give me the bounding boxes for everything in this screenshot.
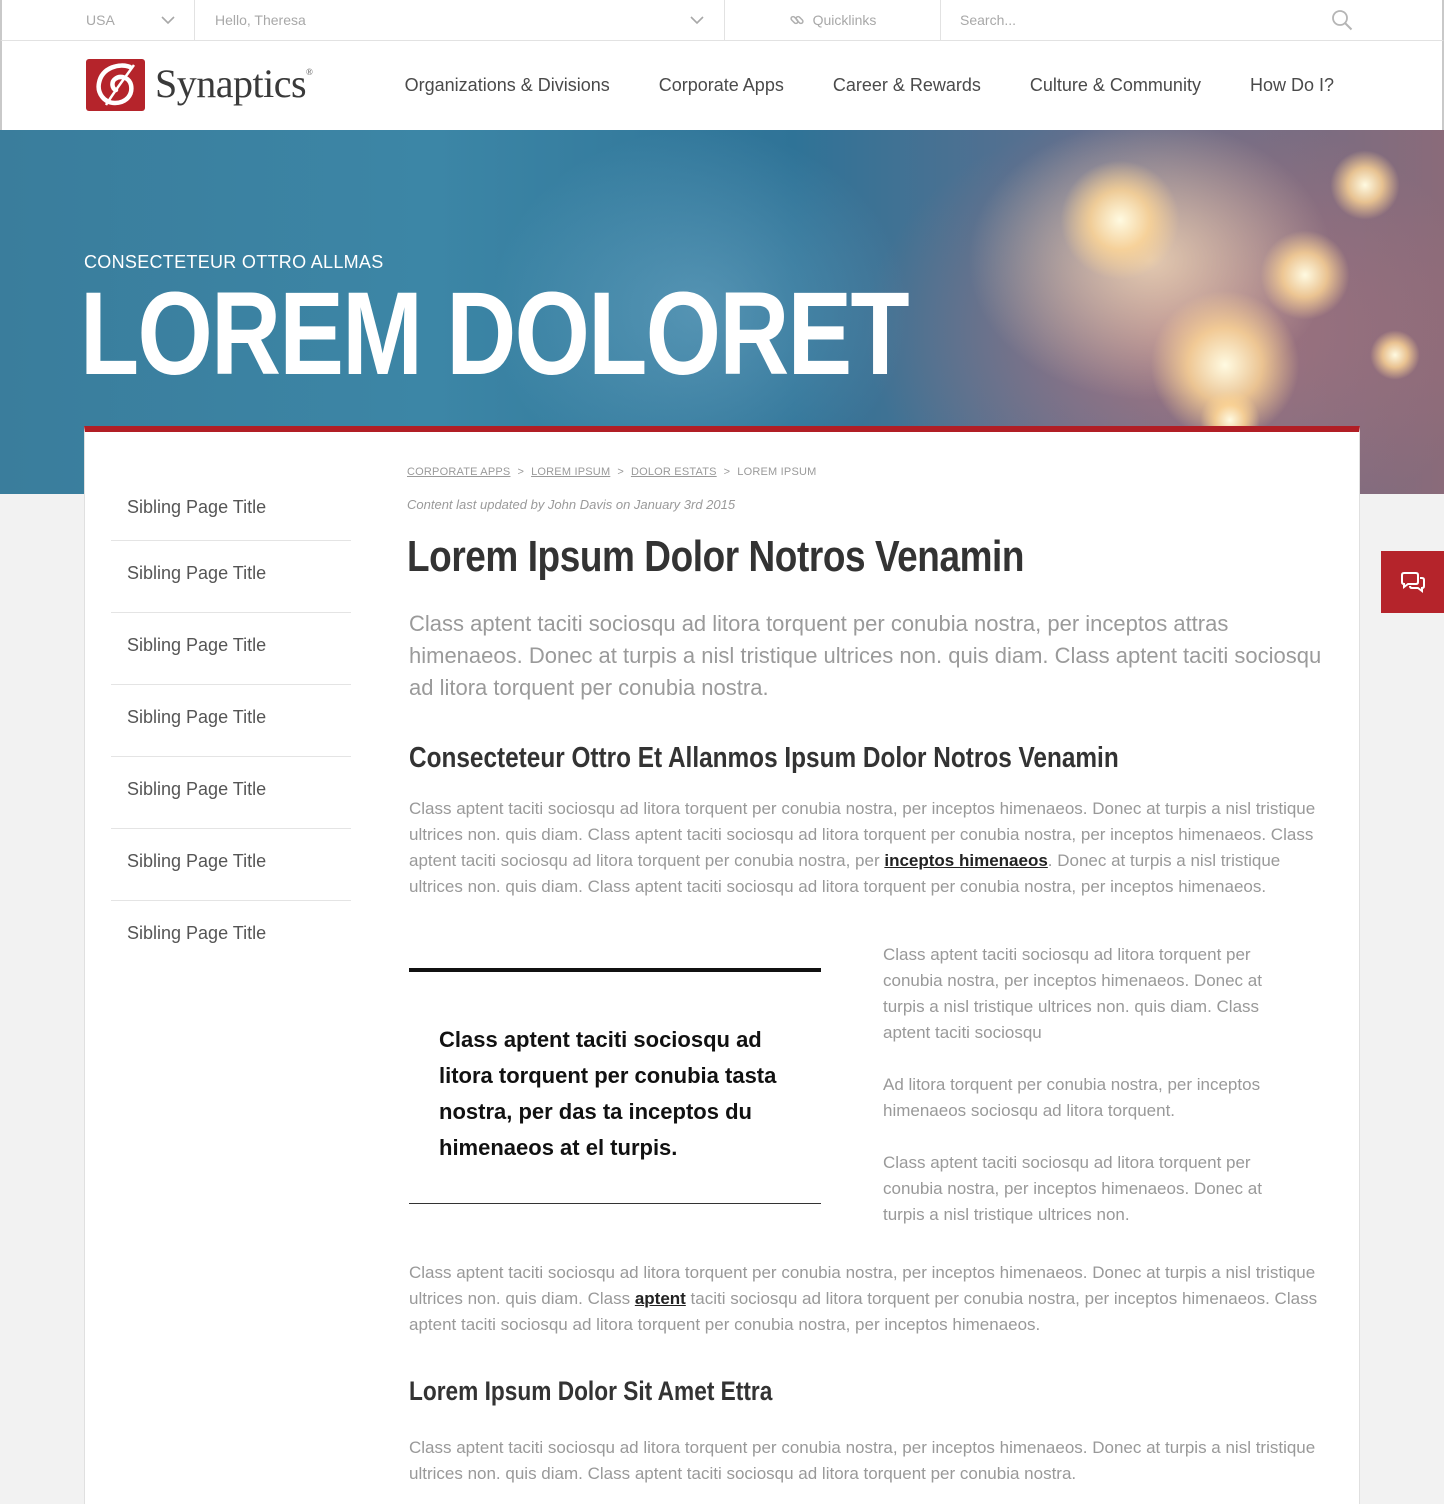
chat-icon (1400, 572, 1425, 593)
hero-title: LOREM DOLORET (80, 268, 910, 400)
sibling-page-link[interactable]: Sibling Page Title (111, 901, 351, 973)
pull-quote-text: Class aptent taciti sociosqu ad litora t… (439, 1027, 777, 1160)
country-selector[interactable]: USA (86, 0, 194, 40)
sibling-page-link[interactable]: Sibling Page Title (111, 613, 351, 685)
page-title: Lorem Ipsum Dolor Notros Venamin (407, 532, 1025, 581)
nav-organizations-divisions[interactable]: Organizations & Divisions (405, 75, 610, 96)
pull-quote: Class aptent taciti sociosqu ad litora t… (409, 968, 821, 1204)
nav-how-do-i[interactable]: How Do I? (1250, 75, 1334, 96)
hero-image-sparkle (1330, 150, 1400, 220)
sibling-nav: Sibling Page Title Sibling Page Title Si… (111, 474, 351, 973)
breadcrumb-link[interactable]: DOLOR ESTATS (631, 466, 717, 478)
search-input[interactable] (960, 12, 1320, 28)
column-paragraph: Class aptent taciti sociosqu ad litora t… (883, 945, 1262, 1042)
column-paragraph: Class aptent taciti sociosqu ad litora t… (883, 1153, 1262, 1224)
chevron-down-icon (690, 16, 704, 25)
site-header: Synaptics® Organizations & Divisions Cor… (0, 41, 1444, 130)
breadcrumb-separator: > (723, 466, 731, 478)
sibling-page-link[interactable]: Sibling Page Title (111, 474, 351, 541)
quicklinks-button[interactable]: Quicklinks (724, 0, 940, 40)
hero-image-sparkle (1370, 330, 1420, 380)
sibling-page-link[interactable]: Sibling Page Title (111, 829, 351, 901)
link-icon (789, 15, 804, 25)
section-heading: Lorem Ipsum Dolor Sit Amet Ettra (409, 1376, 773, 1406)
column-paragraph: Ad litora torquent per conubia nostra, p… (883, 1075, 1261, 1120)
inline-link[interactable]: inceptos himenaeos (884, 851, 1047, 870)
sibling-page-link[interactable]: Sibling Page Title (111, 757, 351, 829)
breadcrumb: CORPORATE APPS > LOREM IPSUM > DOLOR ESTATS >… (407, 466, 817, 478)
nav-corporate-apps[interactable]: Corporate Apps (659, 75, 784, 96)
hero-image-sparkle (1060, 160, 1180, 280)
section-heading: Consecteteur Ottro Et Allanmos Ipsum Dol… (409, 742, 1119, 774)
body-paragraph: Class aptent taciti sociosqu ad litora t… (409, 799, 1316, 896)
nav-career-rewards[interactable]: Career & Rewards (833, 75, 981, 96)
breadcrumb-separator: > (617, 466, 624, 478)
sibling-page-link[interactable]: Sibling Page Title (111, 685, 351, 757)
lead-paragraph: Class aptent taciti sociosqu ad litora t… (409, 611, 1322, 700)
hero-image-sparkle (1260, 230, 1350, 320)
chat-button[interactable] (1381, 551, 1444, 613)
content-card: Sibling Page Title Sibling Page Title Si… (84, 426, 1360, 1504)
body-paragraph: Class aptent taciti sociosqu ad litora t… (409, 1438, 1316, 1483)
utility-bar: USA Hello, Theresa Quicklinks (0, 0, 1444, 41)
inline-link[interactable]: aptent (635, 1289, 686, 1308)
breadcrumb-separator: > (517, 466, 525, 478)
logo-mark-icon (86, 59, 145, 111)
search-icon[interactable] (1331, 9, 1353, 31)
main-navigation: Organizations & Divisions Corporate Apps… (356, 41, 1334, 130)
quicklinks-label: Quicklinks (812, 12, 877, 28)
account-menu[interactable]: Hello, Theresa (194, 0, 724, 40)
body-paragraph: Class aptent taciti sociosqu ad litora t… (409, 1263, 1318, 1334)
logo-wordmark: Synaptics® (155, 61, 313, 106)
last-updated: Content last updated by John Davis on Ja… (407, 497, 736, 512)
country-label: USA (86, 12, 115, 28)
sibling-page-link[interactable]: Sibling Page Title (111, 541, 351, 613)
synaptics-logo[interactable]: Synaptics® (86, 59, 313, 111)
breadcrumb-current: LOREM IPSUM (737, 466, 817, 478)
breadcrumb-link[interactable]: LOREM IPSUM (531, 466, 610, 478)
chevron-down-icon (161, 16, 175, 25)
breadcrumb-link[interactable]: CORPORATE APPS (407, 466, 510, 478)
search-box (940, 0, 1370, 40)
nav-culture-community[interactable]: Culture & Community (1030, 75, 1201, 96)
greeting-text: Hello, Theresa (215, 12, 306, 28)
